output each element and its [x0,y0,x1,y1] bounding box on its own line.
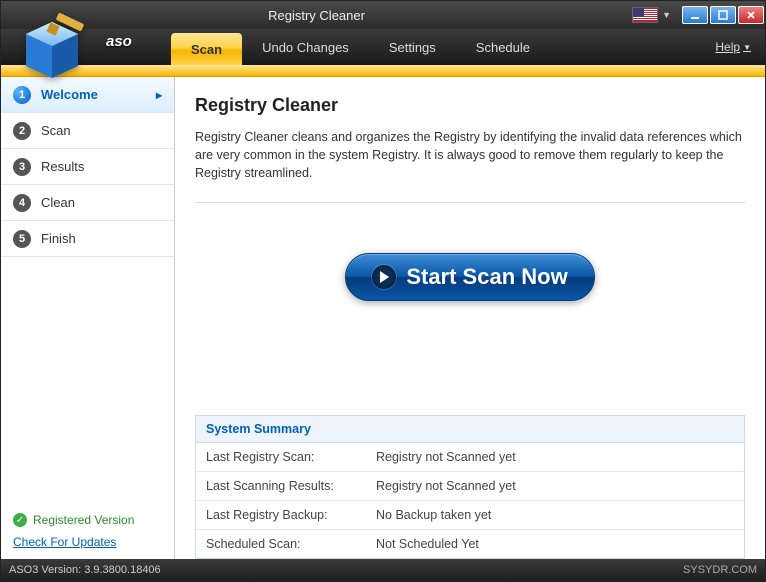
tab-scan-label: Scan [191,42,222,57]
step-number-icon: 5 [13,230,31,248]
tab-settings-label: Settings [389,40,436,55]
summary-row: Scheduled Scan: Not Scheduled Yet [196,530,744,558]
tab-schedule-label: Schedule [476,40,530,55]
scan-button-area: Start Scan Now [195,203,745,415]
summary-key: Last Registry Backup: [206,508,376,522]
step-number-icon: 4 [13,194,31,212]
chevron-right-icon: ▸ [156,88,162,102]
help-label: Help [715,40,740,54]
summary-value: No Backup taken yet [376,508,491,522]
app-logo-icon [6,12,96,84]
page-description: Registry Cleaner cleans and organizes th… [195,128,745,203]
sidebar-footer: ✓ Registered Version Check For Updates [1,503,174,559]
summary-value: Registry not Scanned yet [376,450,516,464]
step-label: Results [41,159,84,174]
menubar: aso Scan Undo Changes Settings Schedule … [1,29,765,65]
maximize-button[interactable] [710,6,736,24]
statusbar: ASO3 Version: 3.9.3800.18406 SYSYDR.COM [1,559,765,581]
watermark: SYSYDR.COM [683,564,757,576]
check-updates-link[interactable]: Check For Updates [13,535,162,549]
sidebar-step-finish[interactable]: 5 Finish [1,221,174,257]
step-label: Finish [41,231,76,246]
summary-row: Last Scanning Results: Registry not Scan… [196,472,744,501]
tab-scan[interactable]: Scan [171,33,242,65]
gold-accent-bar [1,65,765,77]
check-circle-icon: ✓ [13,513,27,527]
sidebar: 1 Welcome ▸ 2 Scan 3 Results 4 Clean 5 [1,77,175,559]
system-summary-heading: System Summary [196,416,744,443]
tab-undo-label: Undo Changes [262,40,349,55]
step-number-icon: 3 [13,158,31,176]
body: 1 Welcome ▸ 2 Scan 3 Results 4 Clean 5 [1,77,765,559]
sidebar-step-clean[interactable]: 4 Clean [1,185,174,221]
language-dropdown-icon[interactable]: ▼ [662,10,671,20]
tab-schedule[interactable]: Schedule [456,29,550,65]
version-label: ASO3 Version: 3.9.3800.18406 [9,564,161,576]
registered-text: Registered Version [33,513,134,527]
summary-row: Last Registry Backup: No Backup taken ye… [196,501,744,530]
wizard-steps: 1 Welcome ▸ 2 Scan 3 Results 4 Clean 5 [1,77,174,503]
step-label: Scan [41,123,71,138]
step-number-icon: 1 [13,86,31,104]
close-button[interactable] [738,6,764,24]
summary-key: Last Registry Scan: [206,450,376,464]
sidebar-step-results[interactable]: 3 Results [1,149,174,185]
play-icon [372,265,396,289]
summary-row: Last Registry Scan: Registry not Scanned… [196,443,744,472]
help-menu[interactable]: Help▼ [701,29,765,65]
summary-value: Registry not Scanned yet [376,479,516,493]
chevron-down-icon: ▼ [743,43,751,52]
summary-key: Last Scanning Results: [206,479,376,493]
summary-key: Scheduled Scan: [206,537,376,551]
start-scan-button[interactable]: Start Scan Now [345,253,594,301]
start-scan-label: Start Scan Now [406,264,567,290]
registered-version-label: ✓ Registered Version [13,513,162,527]
page-title: Registry Cleaner [195,95,745,116]
sidebar-step-scan[interactable]: 2 Scan [1,113,174,149]
summary-value: Not Scheduled Yet [376,537,479,551]
tab-settings[interactable]: Settings [369,29,456,65]
main-panel: Registry Cleaner Registry Cleaner cleans… [175,77,765,559]
step-label: Clean [41,195,75,210]
language-flag-icon[interactable] [632,7,658,23]
tab-undo-changes[interactable]: Undo Changes [242,29,369,65]
system-summary-panel: System Summary Last Registry Scan: Regis… [195,415,745,559]
step-number-icon: 2 [13,122,31,140]
titlebar: Registry Cleaner ▼ [1,1,765,29]
app-window: Registry Cleaner ▼ aso Scan Undo Changes… [0,0,766,582]
brand-label: aso [106,33,132,50]
step-label: Welcome [41,87,98,102]
minimize-button[interactable] [682,6,708,24]
